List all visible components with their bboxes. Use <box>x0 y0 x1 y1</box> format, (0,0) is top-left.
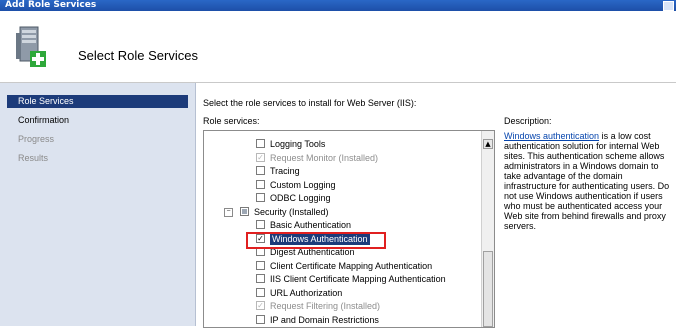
role-service-label: Logging Tools <box>270 139 326 149</box>
role-service-checkbox[interactable] <box>256 287 265 297</box>
scroll-thumb[interactable] <box>483 251 493 327</box>
role-service-checkbox[interactable] <box>256 274 265 283</box>
wizard-header: Select Role Services <box>0 11 676 83</box>
role-services-tree[interactable]: ▲ Logging Tools ✓ Request Monitor (Install… <box>203 130 495 328</box>
page-title: Select Role Services <box>78 48 198 63</box>
role-service-label: Request Filtering (Installed) <box>270 301 381 311</box>
description-body: is a low cost authentication solution fo… <box>504 131 670 231</box>
role-service-checkbox[interactable] <box>256 220 265 229</box>
server-add-icon <box>16 26 46 67</box>
role-service-checkbox[interactable] <box>256 139 265 148</box>
tree-scrollbar[interactable]: ▲ <box>481 131 494 327</box>
role-service-checkbox[interactable] <box>256 314 265 324</box>
role-service-label: URL Authorization <box>270 287 343 298</box>
role-service-checkbox[interactable] <box>256 179 265 189</box>
sidebar-item-role-services[interactable]: Role Services <box>7 95 188 108</box>
role-service-label: Basic Authentication <box>270 220 352 230</box>
intro-text: Select the role services to install for … <box>203 98 417 108</box>
role-service-label: Security (Installed) <box>254 206 329 217</box>
description-label: Description: <box>504 116 552 126</box>
sidebar-item-progress[interactable]: Progress <box>7 133 188 146</box>
annotation-highlight-box <box>246 232 386 249</box>
windows-authentication-link[interactable]: Windows authentication <box>504 131 599 141</box>
window-control-button[interactable] <box>663 1 674 11</box>
role-services-label: Role services: <box>203 116 260 126</box>
role-service-label: IIS Client Certificate Mapping Authentic… <box>270 274 446 284</box>
sidebar-item-results[interactable]: Results <box>7 152 188 165</box>
role-service-label: ODBC Logging <box>270 193 331 203</box>
role-service-label: Custom Logging <box>270 179 336 190</box>
role-service-checkbox[interactable] <box>256 166 265 175</box>
role-service-label: Tracing <box>270 166 300 176</box>
role-service-checkbox[interactable] <box>240 206 249 216</box>
wizard-sidebar: Role Services Confirmation Progress Results <box>0 83 196 326</box>
role-service-label: Request Monitor (Installed) <box>270 152 379 163</box>
scroll-up-icon[interactable]: ▲ <box>483 139 493 149</box>
role-service-checkbox[interactable] <box>256 260 265 270</box>
role-service-checkbox: ✓ <box>256 301 265 310</box>
description-text: Windows authentication is a low cost aut… <box>504 131 674 231</box>
window-titlebar: Add Role Services <box>0 0 676 11</box>
role-service-label: Client Certificate Mapping Authenticatio… <box>270 260 433 271</box>
sidebar-item-confirmation[interactable]: Confirmation <box>7 114 188 127</box>
collapse-icon[interactable]: − <box>224 207 233 217</box>
role-service-checkbox: ✓ <box>256 152 265 162</box>
role-service-checkbox[interactable] <box>256 193 265 202</box>
role-service-label: IP and Domain Restrictions <box>270 314 379 325</box>
window-title: Add Role Services <box>5 0 97 10</box>
